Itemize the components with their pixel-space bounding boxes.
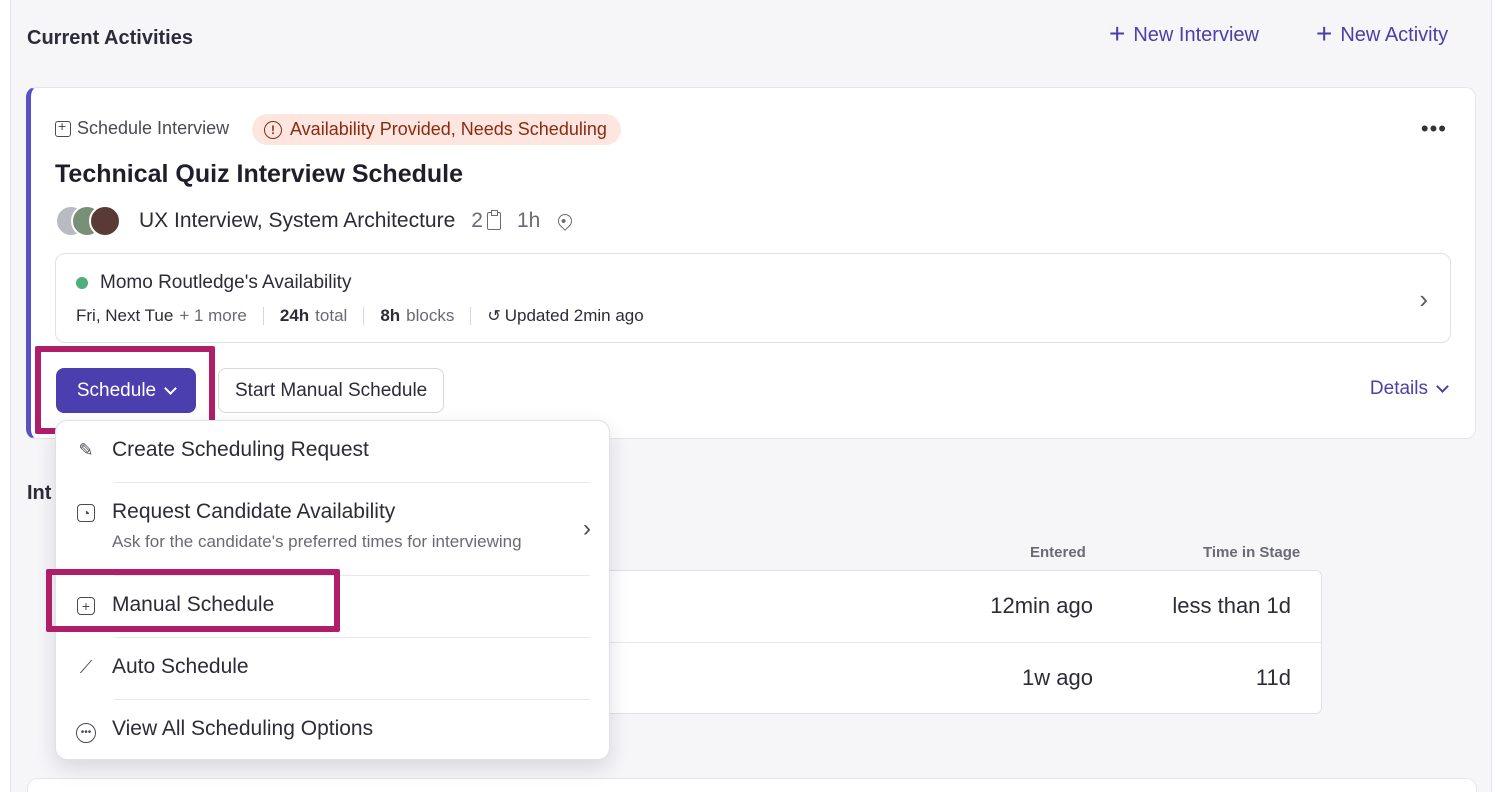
divider xyxy=(262,307,264,325)
interview-count: 2 xyxy=(471,209,501,233)
menu-item-label: Request Candidate Availability xyxy=(112,500,396,523)
divider xyxy=(114,482,590,483)
chevron-down-icon xyxy=(164,381,177,395)
menu-item-label: Create Scheduling Request xyxy=(112,438,369,461)
activity-meta: UX Interview, System Architecture 2 1h xyxy=(55,204,576,238)
status-dot-icon xyxy=(76,277,88,289)
availability-name: Momo Routledge's Availability xyxy=(100,272,352,293)
plus-icon: + xyxy=(1109,18,1126,49)
details-toggle[interactable]: Details xyxy=(1369,378,1449,400)
new-activity-label: New Activity xyxy=(1340,24,1449,46)
alert-circle-icon: ! xyxy=(264,120,282,139)
interview-names: UX Interview, System Architecture xyxy=(139,209,456,232)
activity-type-label: Schedule Interview xyxy=(77,118,230,138)
plus-icon: + xyxy=(1316,18,1333,49)
menu-item-label: Manual Schedule xyxy=(112,593,275,616)
duration: 1h xyxy=(516,209,541,232)
edit-calendar-icon: ✎ xyxy=(78,440,94,460)
availability-header: Momo Routledge's Availability xyxy=(76,272,351,294)
availability-total-label: total xyxy=(315,306,348,325)
availability-stats: Fri, Next Tue + 1 more 24h total 8h bloc… xyxy=(76,306,644,326)
cell-time-in-stage: less than 1d xyxy=(1172,593,1291,618)
availability-updated: Updated 2min ago xyxy=(504,306,644,325)
clipboard-icon xyxy=(486,210,501,230)
menu-item-view-all-scheduling-options[interactable]: ••• View All Scheduling Options xyxy=(74,717,590,743)
status-badge: ! Availability Provided, Needs Schedulin… xyxy=(252,114,621,145)
activity-type: Schedule Interview xyxy=(55,118,229,139)
location-pin-icon xyxy=(555,211,576,231)
divider xyxy=(114,699,590,700)
divider xyxy=(114,637,590,638)
stage-table: 12min ago less than 1d 1w ago 11d xyxy=(571,570,1322,714)
more-options-icon[interactable]: ••• xyxy=(1421,116,1447,142)
new-interview-button[interactable]: + New Interview xyxy=(1109,18,1259,49)
table-row[interactable]: 12min ago less than 1d xyxy=(572,571,1321,643)
interviewer-avatars[interactable] xyxy=(55,204,129,238)
schedule-button-label: Schedule xyxy=(76,379,157,401)
activity-title: Technical Quiz Interview Schedule xyxy=(55,160,463,188)
menu-item-description: Ask for the candidate's preferred times … xyxy=(112,532,522,551)
new-activity-button[interactable]: + New Activity xyxy=(1316,18,1449,49)
menu-item-auto-schedule[interactable]: ⟋ Auto Schedule xyxy=(74,655,590,679)
column-header-entered: Entered xyxy=(1030,544,1086,561)
details-label: Details xyxy=(1369,378,1428,399)
availability-days: Fri, Next Tue xyxy=(76,306,174,325)
chevron-right-icon: › xyxy=(583,515,591,542)
availability-blocks-value: 8h xyxy=(380,306,401,325)
more-circle-icon: ••• xyxy=(74,719,98,743)
column-header-time-in-stage: Time in Stage xyxy=(1203,544,1301,561)
magic-wand-icon: ⟋ xyxy=(79,657,93,677)
availability-more: + 1 more xyxy=(179,306,247,325)
chevron-right-icon: › xyxy=(1419,284,1428,314)
divider xyxy=(363,307,365,325)
new-interview-label: New Interview xyxy=(1133,24,1259,46)
avatar xyxy=(89,205,121,237)
chevron-down-icon xyxy=(1436,380,1449,393)
calendar-plus-icon xyxy=(55,118,71,137)
table-row[interactable]: 1w ago 11d xyxy=(572,643,1321,715)
status-badge-label: Availability Provided, Needs Scheduling xyxy=(290,119,607,139)
menu-item-request-candidate-availability[interactable]: ◔ Request Candidate Availability Ask for… xyxy=(74,500,590,552)
next-activity-card xyxy=(27,778,1477,792)
section-title-interviews: Int xyxy=(27,482,52,504)
menu-item-label: Auto Schedule xyxy=(112,655,249,678)
divider xyxy=(114,575,590,576)
calendar-user-icon: ◔ xyxy=(74,502,98,523)
cell-time-in-stage: 11d xyxy=(1255,665,1291,690)
schedule-dropdown-menu: ✎ Create Scheduling Request ◔ Request Ca… xyxy=(55,420,610,760)
availability-blocks-label: blocks xyxy=(406,306,455,325)
cell-entered: 1w ago xyxy=(1022,665,1093,690)
divider xyxy=(470,307,472,325)
menu-item-manual-schedule[interactable]: + Manual Schedule xyxy=(74,593,590,617)
section-title: Current Activities xyxy=(27,27,193,49)
calendar-plus-icon: + xyxy=(74,595,98,616)
start-manual-schedule-button[interactable]: Start Manual Schedule xyxy=(218,368,445,413)
activity-card: Schedule Interview ! Availability Provid… xyxy=(26,87,1476,439)
availability-summary[interactable]: Momo Routledge's Availability Fri, Next … xyxy=(55,253,1451,343)
history-icon: ↺ xyxy=(487,308,501,325)
menu-item-create-scheduling-request[interactable]: ✎ Create Scheduling Request xyxy=(74,438,590,462)
availability-total-value: 24h xyxy=(279,306,310,325)
interview-count-value: 2 xyxy=(471,209,483,232)
schedule-dropdown-button[interactable]: Schedule xyxy=(56,368,196,413)
menu-item-label: View All Scheduling Options xyxy=(112,717,374,740)
cell-entered: 12min ago xyxy=(990,593,1093,618)
